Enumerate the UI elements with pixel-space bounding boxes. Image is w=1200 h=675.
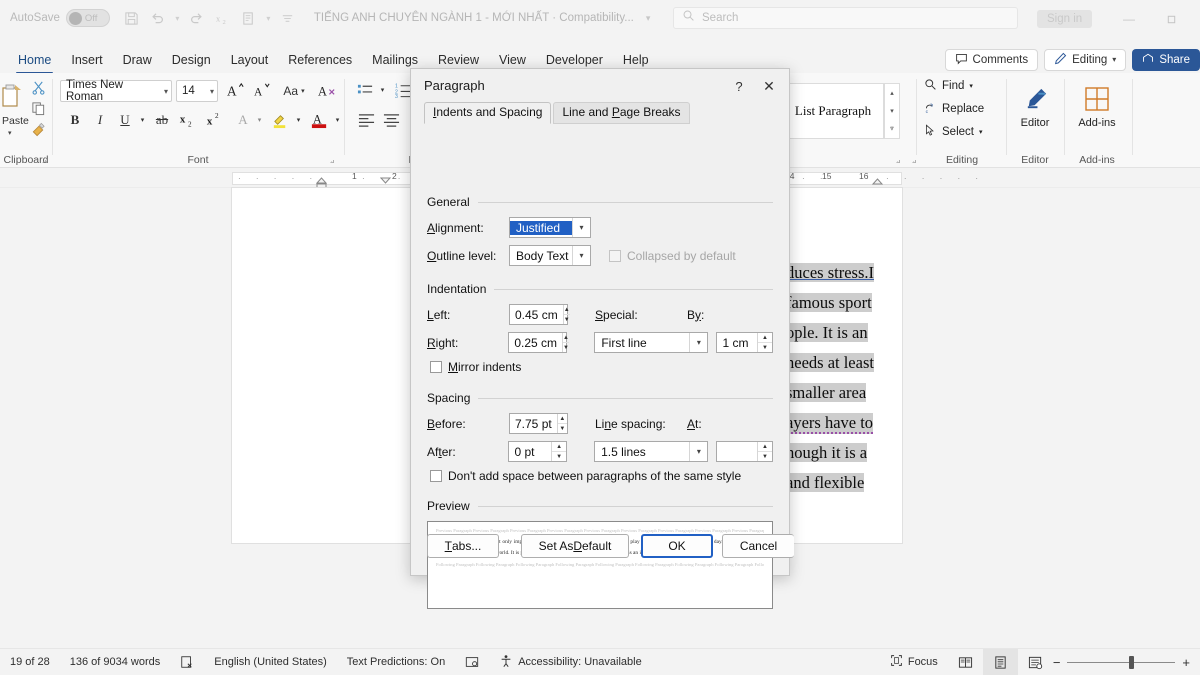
stepper-up-icon[interactable]: ▲ — [758, 333, 772, 343]
chevron-down-icon[interactable]: ▾ — [572, 246, 590, 265]
by-value: 1 cm — [717, 336, 757, 350]
spacing-section-header: Spacing — [427, 391, 773, 405]
indent-right-stepper[interactable]: 0.25 cm ▲▼ — [508, 332, 567, 353]
indent-left-row: Left: 0.45 cm ▲▼ Special: By: — [427, 304, 773, 325]
line-spacing-value: 1.5 lines — [595, 445, 689, 459]
dialog-body: General Alignment: Justified ▾ Outline l… — [411, 195, 789, 525]
spacing-before-value: 7.75 pt — [510, 417, 557, 431]
general-heading: General — [427, 195, 470, 209]
alignment-value: Justified — [510, 221, 572, 235]
section-divider — [478, 398, 773, 399]
special-label: Special: — [595, 308, 671, 322]
stepper-buttons[interactable]: ▲▼ — [551, 442, 566, 461]
outline-level-row: Outline level: Body Text ▾ Collapsed by … — [427, 245, 773, 266]
preview-heading: Preview — [427, 499, 470, 513]
spacing-before-row: Before: 7.75 pt ▲▼ Line spacing: At: — [427, 413, 773, 434]
stepper-up-icon[interactable]: ▲ — [758, 442, 772, 452]
indent-left-stepper[interactable]: 0.45 cm ▲▼ — [509, 304, 568, 325]
outline-level-value: Body Text — [510, 249, 572, 263]
preview-section-header: Preview — [427, 499, 773, 513]
stepper-buttons[interactable]: ▲▼ — [557, 414, 567, 433]
stepper-up-icon[interactable]: ▲ — [563, 333, 569, 343]
at-stepper[interactable]: ▲▼ — [716, 441, 773, 462]
ok-button[interactable]: OK — [641, 534, 713, 558]
stepper-up-icon[interactable]: ▲ — [558, 414, 567, 424]
stepper-down-icon[interactable]: ▼ — [758, 452, 772, 461]
dialog-footer: Tabs... Set As Default OK Cancel — [411, 525, 789, 575]
spacing-before-stepper[interactable]: 7.75 pt ▲▼ — [509, 413, 568, 434]
indent-right-value: 0.25 cm — [509, 336, 562, 350]
checkbox-box — [609, 250, 621, 262]
checkbox-box — [430, 470, 442, 482]
spacing-after-value: 0 pt — [509, 445, 551, 459]
stepper-down-icon[interactable]: ▼ — [552, 452, 566, 461]
indent-right-row: Right: 0.25 cm ▲▼ First line ▾ 1 cm ▲▼ — [427, 332, 773, 353]
dont-add-space-label: Don't add space between paragraphs of th… — [448, 469, 741, 483]
dialog-tab-bar: Indents and Spacing Line and Page Breaks — [424, 102, 789, 124]
general-section-header: General — [427, 195, 773, 209]
indentation-heading: Indentation — [427, 282, 486, 296]
stepper-up-icon[interactable]: ▲ — [552, 442, 566, 452]
close-icon[interactable]: ✕ — [757, 74, 781, 98]
tab-indents-and-spacing[interactable]: Indents and Spacing — [424, 102, 551, 124]
by-stepper[interactable]: 1 cm ▲▼ — [716, 332, 773, 353]
section-divider — [494, 289, 773, 290]
stepper-buttons[interactable]: ▲▼ — [562, 333, 569, 352]
at-label: At: — [687, 417, 702, 431]
spacing-after-row: After: 0 pt ▲▼ 1.5 lines ▾ ▲▼ — [427, 441, 773, 462]
indent-right-label: Right: — [427, 336, 508, 350]
section-divider — [478, 506, 773, 507]
spacing-after-label: After: — [427, 445, 508, 459]
help-icon[interactable]: ? — [727, 74, 751, 98]
alignment-label: Alignment: — [427, 221, 509, 235]
cancel-button[interactable]: Cancel — [722, 534, 794, 558]
indentation-section-header: Indentation — [427, 282, 773, 296]
stepper-buttons[interactable]: ▲▼ — [563, 305, 570, 324]
stepper-down-icon[interactable]: ▼ — [563, 343, 569, 352]
collapsed-by-default-label: Collapsed by default — [627, 249, 736, 263]
outline-level-label: Outline level: — [427, 249, 509, 263]
spacing-before-label: Before: — [427, 417, 509, 431]
tab-line-and-page-breaks[interactable]: Line and Page Breaks — [553, 102, 689, 124]
alignment-row: Alignment: Justified ▾ — [427, 217, 773, 238]
stepper-buttons[interactable]: ▲▼ — [757, 442, 772, 461]
special-select[interactable]: First line ▾ — [594, 332, 708, 353]
outline-level-select[interactable]: Body Text ▾ — [509, 245, 591, 266]
chevron-down-icon[interactable]: ▾ — [572, 218, 590, 237]
chevron-down-icon[interactable]: ▾ — [689, 442, 707, 461]
stepper-buttons[interactable]: ▲▼ — [757, 333, 772, 352]
mirror-indents-checkbox[interactable]: Mirror indents — [430, 360, 773, 374]
spacing-heading: Spacing — [427, 391, 470, 405]
special-value: First line — [595, 336, 689, 350]
stepper-up-icon[interactable]: ▲ — [564, 305, 570, 315]
line-spacing-select[interactable]: 1.5 lines ▾ — [594, 441, 708, 462]
indent-left-label: Left: — [427, 308, 509, 322]
spacing-after-stepper[interactable]: 0 pt ▲▼ — [508, 441, 567, 462]
mirror-indents-label: Mirror indents — [448, 360, 521, 374]
stepper-down-icon[interactable]: ▼ — [558, 424, 567, 433]
stepper-down-icon[interactable]: ▼ — [564, 315, 570, 324]
indent-left-value: 0.45 cm — [510, 308, 563, 322]
chevron-down-icon[interactable]: ▾ — [689, 333, 707, 352]
paragraph-dialog[interactable]: Paragraph ? ✕ Indents and Spacing Line a… — [410, 68, 790, 576]
checkbox-box — [430, 361, 442, 373]
dont-add-space-checkbox[interactable]: Don't add space between paragraphs of th… — [430, 469, 773, 483]
set-as-default-button[interactable]: Set As Default — [521, 534, 629, 558]
stepper-down-icon[interactable]: ▼ — [758, 343, 772, 352]
by-label: By: — [687, 308, 704, 322]
collapsed-by-default-checkbox[interactable]: Collapsed by default — [609, 249, 736, 263]
section-divider — [478, 202, 773, 203]
tabs-button[interactable]: Tabs... — [427, 534, 499, 558]
word-window: AutoSave Off ▾ x2 ▾ — [0, 0, 1200, 675]
alignment-select[interactable]: Justified ▾ — [509, 217, 591, 238]
line-spacing-label: Line spacing: — [595, 417, 671, 431]
